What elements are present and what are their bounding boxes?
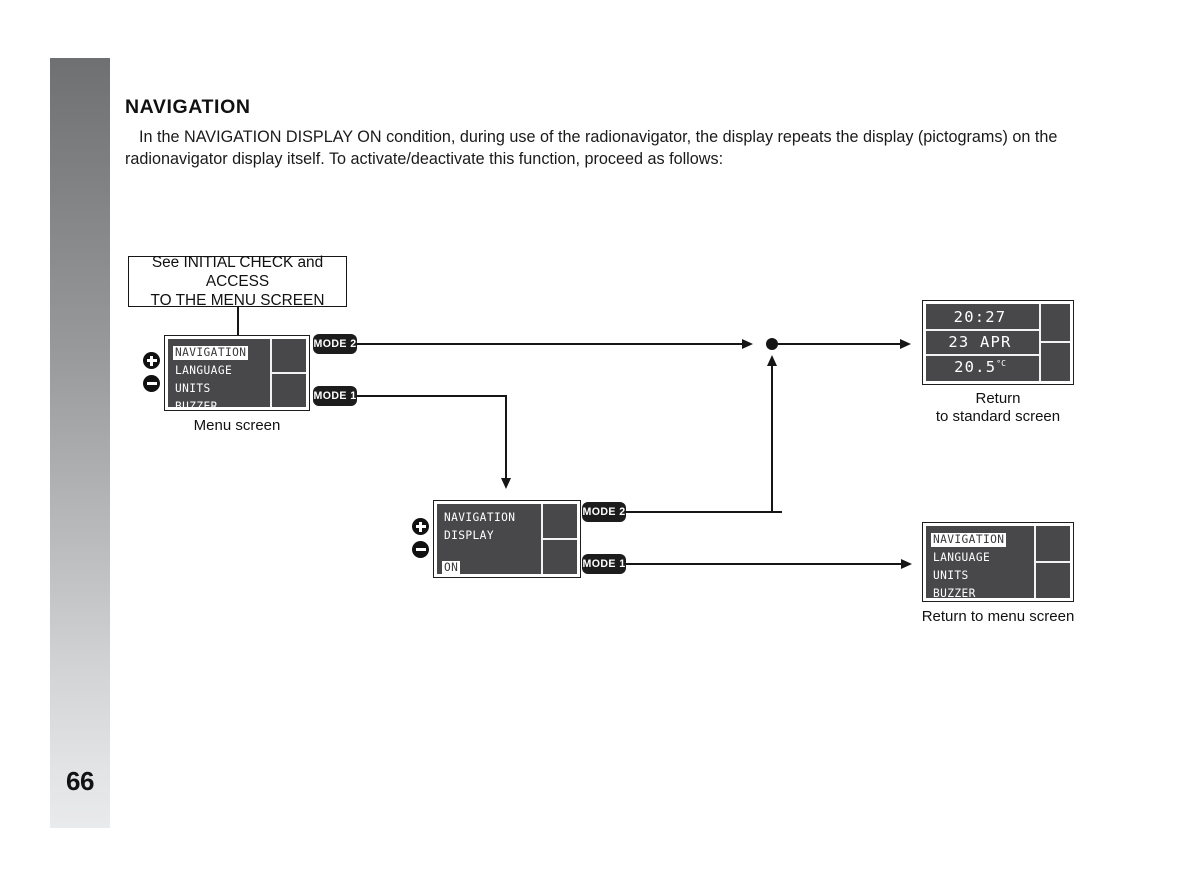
lcd-horizontal-divider-right <box>1039 341 1070 343</box>
menu-item-navigation[interactable]: NAVIGATION <box>173 346 249 360</box>
lcd-horizontal-divider <box>270 372 306 374</box>
menu-screen-lcd-inner: NAVIGATION LANGUAGE UNITS BUZZER SERVICE <box>168 339 306 407</box>
plus-button-menu[interactable] <box>143 352 160 369</box>
nav-display-text-group: NAVIGATION DISPLAY ON OFF <box>442 508 517 574</box>
nav-display-spacer <box>442 544 517 558</box>
menu-item-units[interactable]: UNITS <box>173 382 213 396</box>
menu-screen-caption: Menu screen <box>193 417 281 434</box>
return-menu-screen-display: NAVIGATION LANGUAGE UNITS BUZZER SERVICE <box>922 522 1074 602</box>
page-title: NAVIGATION <box>125 96 251 118</box>
lcd-horizontal-divider <box>541 538 577 540</box>
mode1-button-nav-display[interactable]: MODE 1 <box>582 554 626 574</box>
standard-screen-display: 20:27 23 APR 20.5°C <box>922 300 1074 385</box>
navigation-display-screen: NAVIGATION DISPLAY ON OFF <box>433 500 581 578</box>
return-menu-item-language[interactable]: LANGUAGE <box>931 551 992 565</box>
standard-screen-date: 23 APR <box>948 333 1012 351</box>
standard-screen-caption-line-1: Return <box>975 390 1021 407</box>
nav-display-lcd-inner: NAVIGATION DISPLAY ON OFF <box>437 504 577 574</box>
standard-screen-caption: Return to standard screen <box>922 390 1074 426</box>
arrow-junction-to-standard-screen <box>900 338 911 349</box>
standard-screen-temperature: 20.5°C <box>926 358 1034 376</box>
menu-screen-item-list: NAVIGATION LANGUAGE UNITS BUZZER SERVICE <box>173 343 249 407</box>
nav-display-option-on[interactable]: ON <box>442 560 461 574</box>
standard-screen-lcd-inner: 20:27 23 APR 20.5°C <box>926 304 1070 381</box>
arrow-mode2-menu-to-junction <box>742 338 753 349</box>
initial-check-note-box: See INITIAL CHECK and ACCESS TO THE MENU… <box>128 254 347 309</box>
temperature-value: 20.5 <box>954 358 997 376</box>
lcd-horizontal-divider-row2 <box>926 354 1039 356</box>
connector-mode2-menu-to-junction <box>357 343 742 345</box>
minus-button-menu[interactable] <box>143 375 160 392</box>
return-menu-item-navigation[interactable]: NAVIGATION <box>931 533 1007 547</box>
arrow-mode1-nav-to-return-menu <box>901 558 912 569</box>
chapter-sidebar-label: GETTING TO KNOW YOUR CAR <box>50 0 110 118</box>
mode2-button-menu[interactable]: MODE 2 <box>313 334 357 354</box>
connector-mode2-nav-vertical <box>771 366 773 511</box>
nav-display-title-line-1: NAVIGATION <box>444 511 516 524</box>
nav-display-title-line-2: DISPLAY <box>444 529 494 542</box>
connector-mode1-menu-vertical <box>505 395 507 478</box>
page-number: 66 <box>66 766 94 796</box>
menu-screen-display: NAVIGATION LANGUAGE UNITS BUZZER SERVICE <box>164 335 310 411</box>
body-paragraph-text: In the NAVIGATION DISPLAY ON condition, … <box>125 128 1058 168</box>
standard-screen-time: 20:27 <box>953 308 1007 326</box>
flow-junction-dot <box>766 338 778 350</box>
connector-mode1-nav-to-return-menu <box>626 563 903 565</box>
connector-mode1-menu-horizontal <box>357 395 507 397</box>
mode1-button-menu[interactable]: MODE 1 <box>313 386 357 406</box>
note-box-line-1: See INITIAL CHECK and ACCESS <box>151 254 324 290</box>
return-menu-item-units[interactable]: UNITS <box>931 569 971 583</box>
return-menu-screen-caption: Return to menu screen <box>921 608 1075 625</box>
temperature-unit: °C <box>996 358 1006 368</box>
plus-button-nav-display[interactable] <box>412 518 429 535</box>
arrow-mode2-nav-to-junction <box>766 355 777 366</box>
lcd-horizontal-divider <box>1034 561 1070 563</box>
connector-notebox-to-menu <box>237 307 239 335</box>
connector-mode2-nav-horizontal <box>626 511 782 513</box>
minus-button-nav-display[interactable] <box>412 541 429 558</box>
standard-screen-caption-line-2: to standard screen <box>935 408 1061 425</box>
return-menu-lcd-inner: NAVIGATION LANGUAGE UNITS BUZZER SERVICE <box>926 526 1070 598</box>
lcd-horizontal-divider-row1 <box>926 329 1039 331</box>
menu-item-language[interactable]: LANGUAGE <box>173 364 234 378</box>
arrow-mode1-menu-to-nav-screen <box>500 478 511 489</box>
return-menu-item-buzzer[interactable]: BUZZER <box>931 587 978 598</box>
chapter-sidebar-tab <box>50 58 110 828</box>
connector-junction-to-standard-screen <box>778 343 900 345</box>
body-paragraph: In the NAVIGATION DISPLAY ON condition, … <box>125 127 1080 170</box>
menu-item-buzzer[interactable]: BUZZER <box>173 400 220 407</box>
mode2-button-nav-display[interactable]: MODE 2 <box>582 502 626 522</box>
return-menu-item-list: NAVIGATION LANGUAGE UNITS BUZZER SERVICE <box>931 530 1007 598</box>
